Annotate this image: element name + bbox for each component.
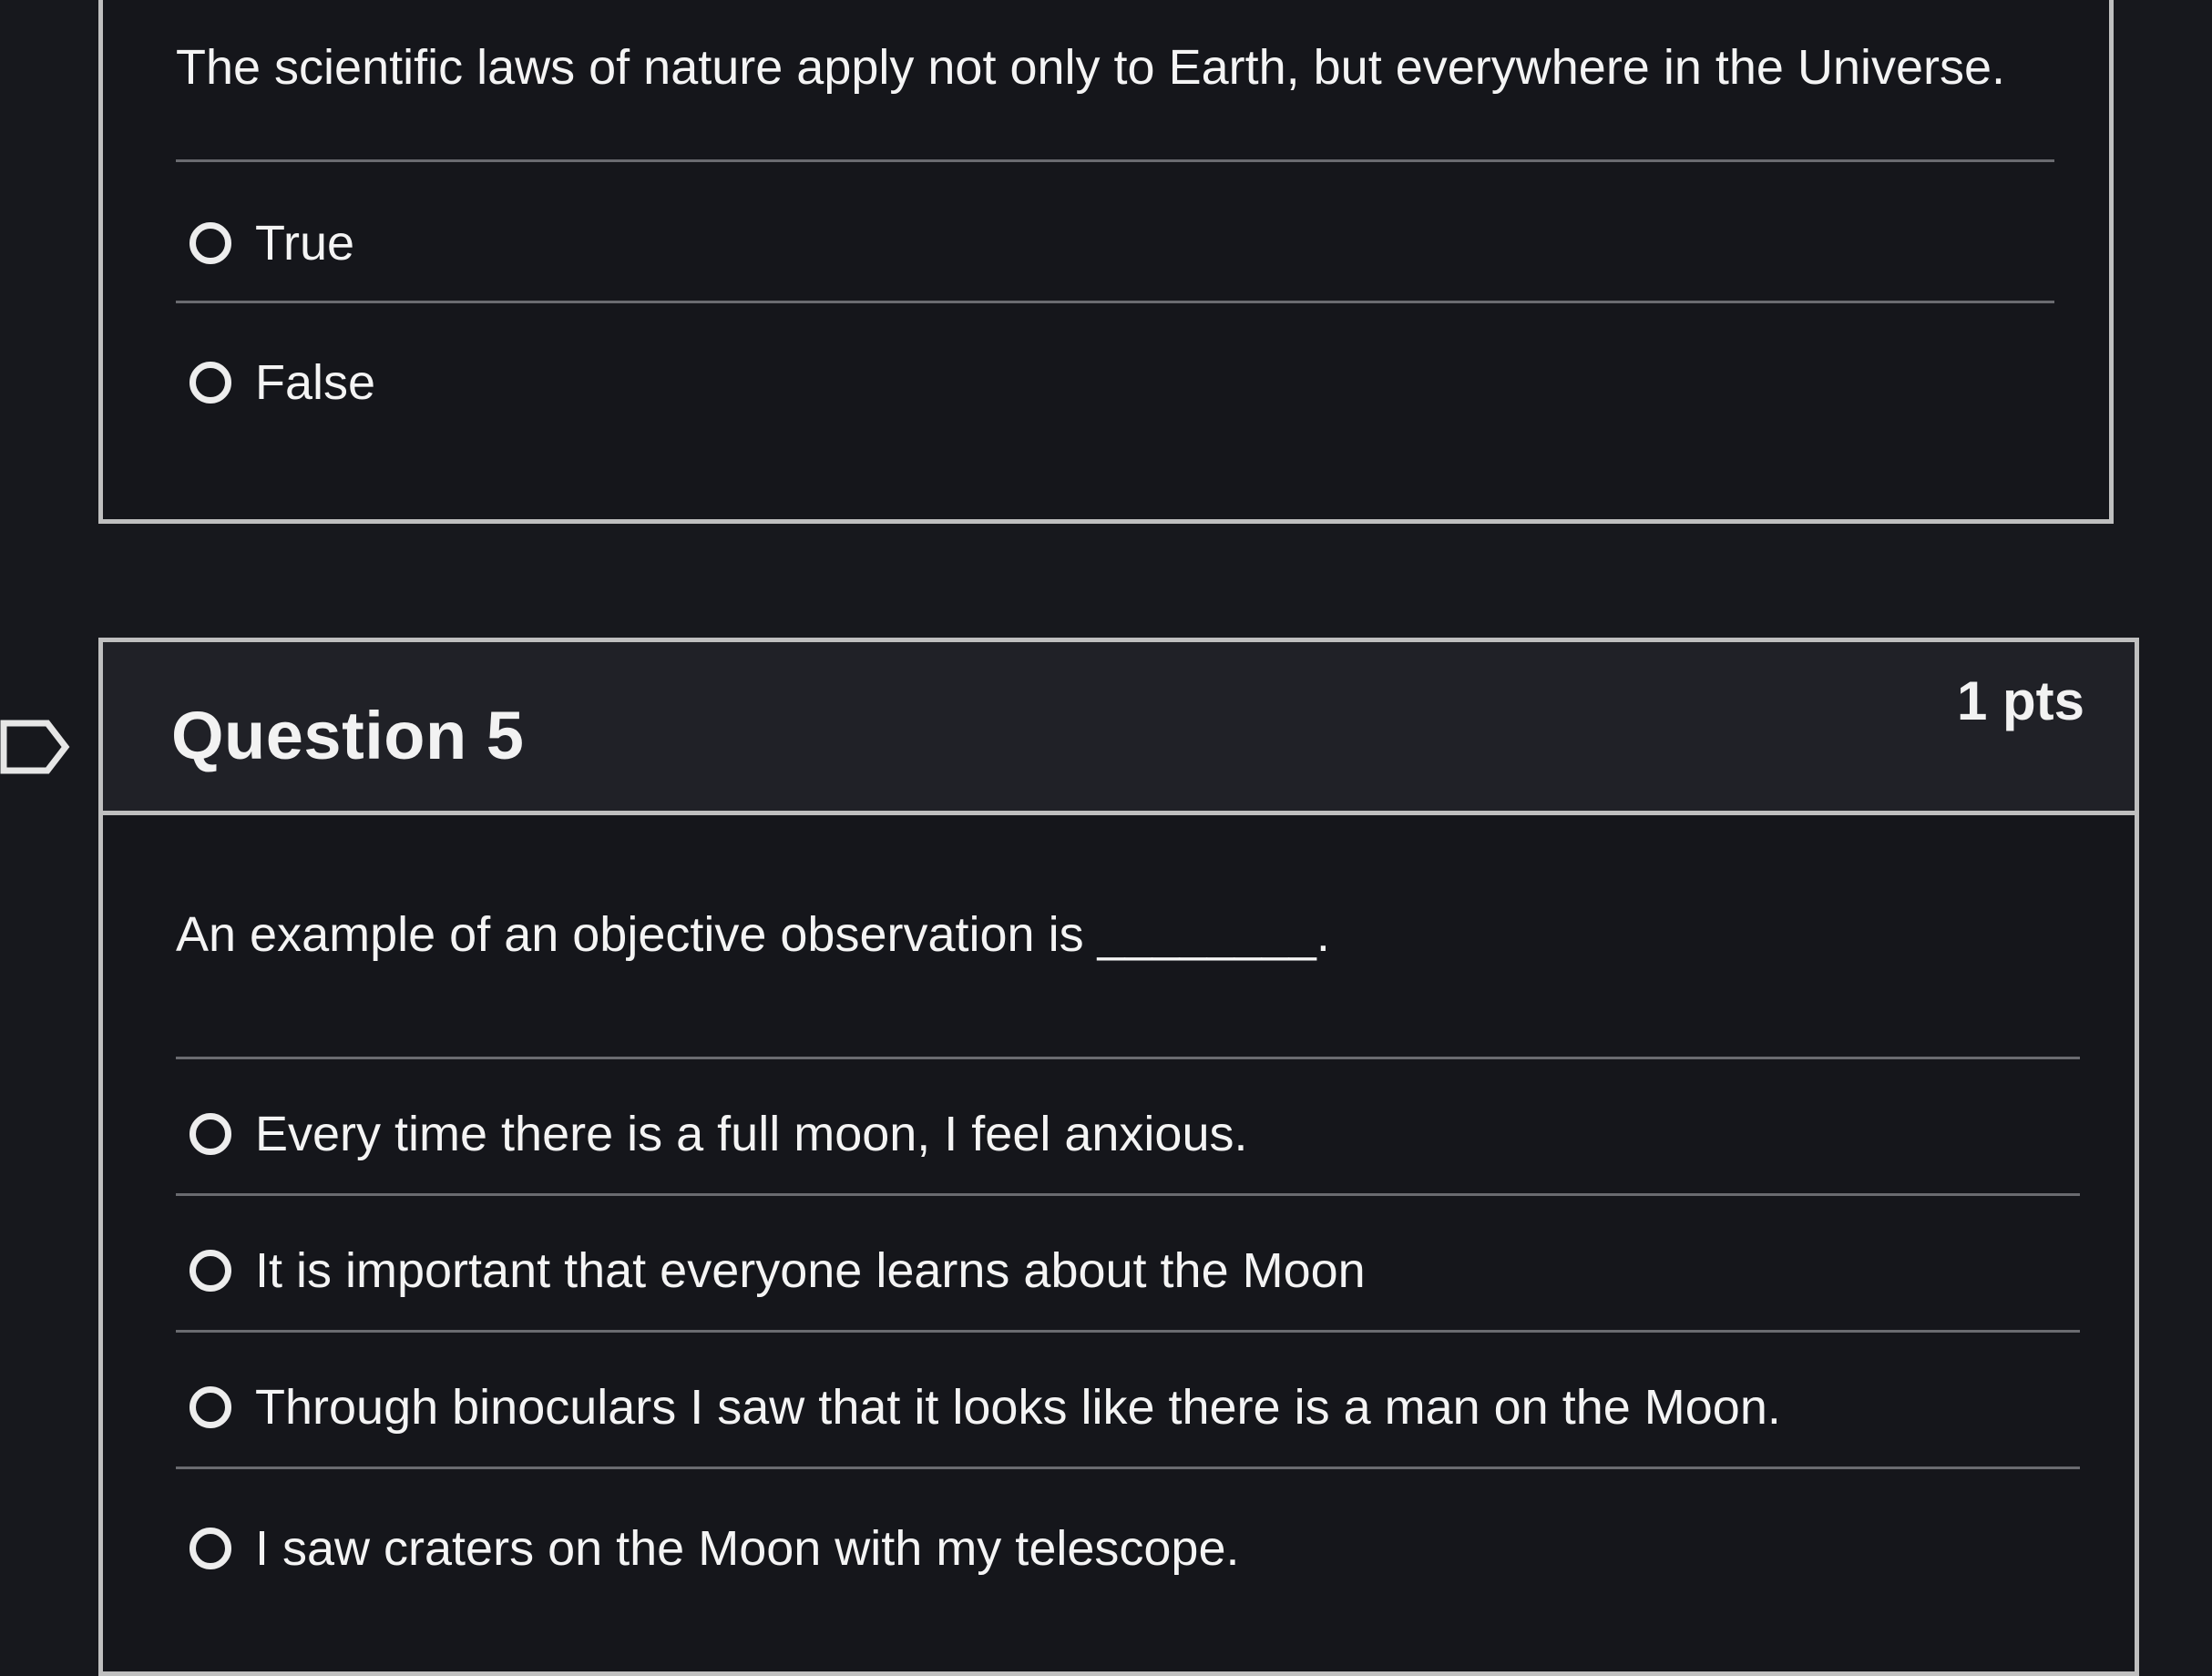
divider [176,1057,2080,1059]
radio-unselected-icon[interactable] [189,1250,231,1292]
radio-unselected-icon[interactable] [189,1113,231,1155]
question-5-text: An example of an objective observation i… [176,907,1330,962]
question-points: 1 pts [1956,670,2084,731]
divider [176,301,2054,303]
answer-label: False [255,355,376,410]
question-4-text: The scientific laws of nature apply not … [176,40,2006,95]
radio-unselected-icon[interactable] [189,362,231,404]
question-title: Question 5 [171,698,525,773]
divider [176,1193,2080,1196]
divider [176,1466,2080,1469]
answer-label: Every time there is a full moon, I feel … [255,1107,1248,1161]
answer-option-2[interactable]: It is important that everyone learns abo… [189,1234,1366,1307]
answer-label: True [255,216,355,271]
radio-unselected-icon[interactable] [189,1528,231,1569]
answer-option-4[interactable]: I saw craters on the Moon with my telesc… [189,1512,1239,1585]
answer-label: It is important that everyone learns abo… [255,1243,1366,1298]
answer-option-1[interactable]: Every time there is a full moon, I feel … [189,1098,1248,1170]
question-header: Question 5 1 pts [103,642,2135,815]
divider [176,1330,2080,1333]
answer-option-3[interactable]: Through binoculars I saw that it looks l… [189,1371,1781,1444]
divider [176,159,2054,162]
answer-label: I saw craters on the Moon with my telesc… [255,1521,1240,1576]
question-5-card: Question 5 1 pts An example of an object… [98,638,2139,1676]
answer-option-true[interactable]: True [189,207,354,280]
question-4-card: The scientific laws of nature apply not … [98,0,2114,524]
radio-unselected-icon[interactable] [189,1386,231,1428]
radio-unselected-icon[interactable] [189,222,231,264]
answer-option-false[interactable]: False [189,346,375,419]
answer-label: Through binoculars I saw that it looks l… [255,1380,1781,1435]
flag-question-icon[interactable] [0,718,71,776]
